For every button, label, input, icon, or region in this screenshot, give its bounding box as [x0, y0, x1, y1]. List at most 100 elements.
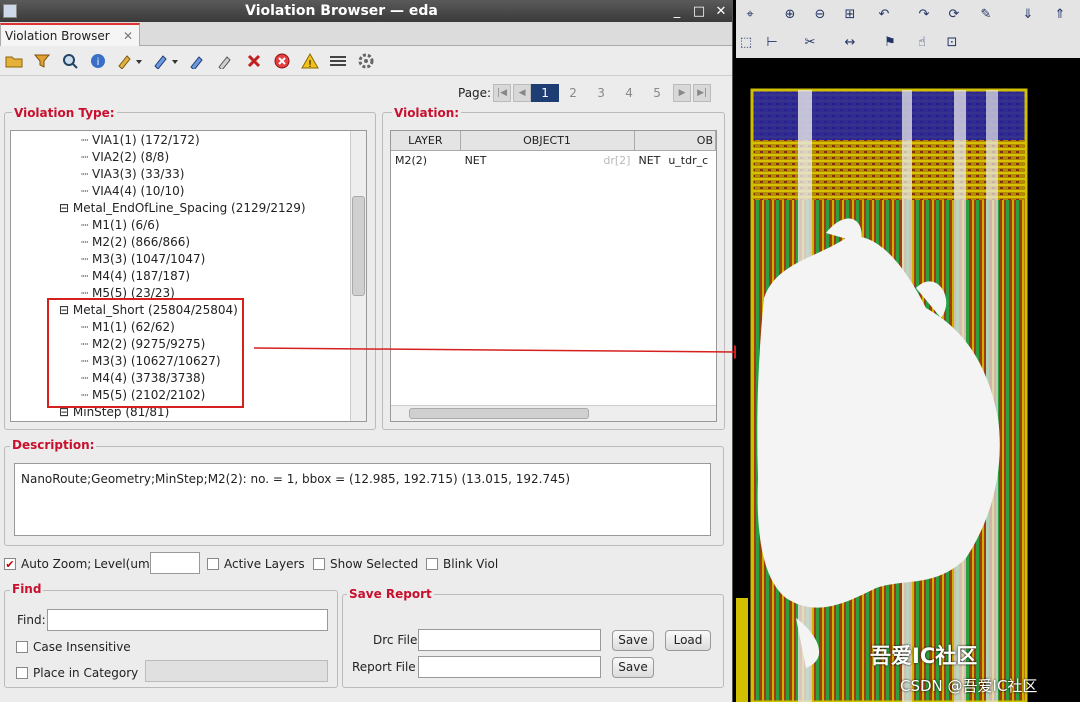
prev-page-button[interactable]: ◀ [513, 84, 532, 102]
tree-item[interactable]: ┈ VIA4(4) (10/10) [81, 184, 184, 201]
report-file-input[interactable] [418, 656, 601, 678]
page-2[interactable]: 2 [559, 86, 587, 100]
prev-icon[interactable] [114, 49, 146, 73]
tree-category-eol-spacing[interactable]: ⊟ Metal_EndOfLine_Spacing (2129/2129) [59, 201, 306, 218]
highlight-icon[interactable]: ✎ [976, 4, 996, 24]
tab-close-icon[interactable]: ✕ [123, 29, 133, 43]
tree-item[interactable]: ┈ VIA2(2) (8/8) [81, 150, 169, 167]
collapse-icon[interactable]: ⊟ [59, 201, 69, 215]
last-page-button[interactable]: ▶| [693, 84, 712, 102]
table-hscrollbar[interactable] [391, 405, 716, 421]
page-4[interactable]: 4 [615, 86, 643, 100]
active-layers-checkbox[interactable]: Active Layers [207, 557, 305, 571]
cut-icon[interactable]: ✂ [800, 32, 820, 52]
move-up-icon[interactable]: ⇑ [1050, 4, 1070, 24]
tree-item[interactable]: ┈ VIA1(1) (172/172) [81, 133, 200, 150]
checkbox-icon[interactable] [207, 558, 219, 570]
stop-icon[interactable] [270, 49, 294, 73]
pin-icon[interactable]: ⚑ [880, 32, 900, 52]
tree-item[interactable]: ┈ M2(2) (866/866) [81, 235, 190, 252]
svg-text:i: i [97, 57, 100, 68]
drc-file-label: Drc File [373, 633, 418, 647]
info-icon[interactable]: i [86, 49, 110, 73]
unmark-icon[interactable] [214, 49, 238, 73]
drc-load-button[interactable]: Load [665, 630, 711, 651]
select-icon[interactable]: ⬚ [736, 32, 756, 52]
highlight-box [47, 298, 244, 408]
drc-save-button[interactable]: Save [612, 630, 654, 651]
zoom-fit-icon[interactable]: ⌖ [740, 4, 760, 24]
close-button[interactable]: ✕ [710, 4, 732, 19]
tree-scrollbar[interactable] [350, 131, 366, 421]
cell-object1-name: dr[2] [603, 154, 631, 167]
checkbox-icon[interactable] [426, 558, 438, 570]
find-input[interactable] [47, 609, 328, 631]
mark-icon[interactable] [186, 49, 210, 73]
minimize-button[interactable]: _ [666, 4, 688, 19]
page-3[interactable]: 3 [587, 86, 615, 100]
tab-label: Violation Browser [5, 28, 110, 43]
zoom-select-icon[interactable] [58, 49, 82, 73]
tab-violation-browser[interactable]: Violation Browser ✕ [0, 23, 140, 46]
page-1[interactable]: 1 [531, 84, 560, 102]
tools-icon[interactable] [326, 49, 350, 73]
net-select-icon[interactable]: ⊡ [942, 32, 962, 52]
column-header-object1[interactable]: OBJECT1 [461, 131, 635, 150]
place-in-category-checkbox[interactable]: Place in Category [16, 666, 138, 680]
watermark-main: 吾爱IC社区 [870, 644, 978, 668]
drc-file-input[interactable] [418, 629, 601, 651]
settings-icon[interactable] [354, 49, 378, 73]
auto-zoom-checkbox[interactable]: ✔ Auto Zoom; [4, 557, 91, 571]
next-page-button[interactable]: ▶ [673, 84, 692, 102]
layout-canvas[interactable] [736, 58, 1080, 702]
probe-icon[interactable]: ☝ [912, 32, 932, 52]
zoom-area-icon[interactable]: ⊞ [840, 4, 860, 24]
move-down-icon[interactable]: ⇓ [1018, 4, 1038, 24]
checkbox-checked-icon[interactable]: ✔ [4, 558, 16, 570]
scrollbar-thumb[interactable] [409, 408, 589, 419]
save-report-title: Save Report [347, 587, 434, 601]
category-select [145, 660, 328, 682]
app-icon [3, 4, 17, 18]
undo-icon[interactable]: ↶ [874, 4, 894, 24]
zoom-out-icon[interactable]: ⊖ [810, 4, 830, 24]
violation-title: Violation: [392, 106, 462, 120]
blink-viol-checkbox[interactable]: Blink Viol [426, 557, 498, 571]
refresh-icon[interactable]: ⟳ [944, 4, 964, 24]
layout-toolbar-bottom: ⬚ ⊢ ✂ ↔ ⚑ ☝ ⊡ [736, 28, 1080, 58]
zoom-in-icon[interactable]: ⊕ [780, 4, 800, 24]
column-header-layer[interactable]: LAYER [391, 131, 461, 150]
warning-icon[interactable]: ! [298, 49, 322, 73]
show-selected-checkbox[interactable]: Show Selected [313, 557, 418, 571]
pager: Page: |◀ ◀ 1 2 3 4 5 ▶ ▶| [458, 84, 712, 102]
filter-icon[interactable] [30, 49, 54, 73]
first-page-button[interactable]: |◀ [493, 84, 512, 102]
tree-item[interactable]: ┈ VIA3(3) (33/33) [81, 167, 184, 184]
maximize-button[interactable]: □ [688, 4, 710, 19]
annotation-arrow [253, 345, 748, 359]
table-row[interactable]: M2(2) NET dr[2] NET u_tdr_c [391, 151, 716, 171]
column-header-object2[interactable]: OB [635, 131, 716, 150]
level-label: Level(um) [94, 557, 155, 571]
layout-toolbar-top: ⌖ ⊕ ⊖ ⊞ ↶ ↷ ⟳ ✎ ⇓ ⇑ [736, 0, 1080, 28]
case-insensitive-checkbox[interactable]: Case Insensitive [16, 640, 131, 654]
checkbox-icon[interactable] [313, 558, 325, 570]
violation-table: LAYER OBJECT1 OB M2(2) NET dr[2] NET u_t… [390, 130, 717, 422]
tree-item[interactable]: ┈ M4(4) (187/187) [81, 269, 190, 286]
scrollbar-thumb[interactable] [352, 196, 365, 296]
report-save-button[interactable]: Save [612, 657, 654, 678]
title-bar: Violation Browser — eda _ □ ✕ [0, 0, 732, 22]
ruler-icon[interactable]: ⊢ [762, 32, 782, 52]
checkbox-icon[interactable] [16, 641, 28, 653]
delete-icon[interactable] [242, 49, 266, 73]
checkbox-icon[interactable] [16, 667, 28, 679]
open-icon[interactable] [2, 49, 26, 73]
cell-object2-type: NET [638, 154, 661, 167]
page-5[interactable]: 5 [643, 86, 671, 100]
level-input[interactable] [150, 552, 200, 574]
tree-item[interactable]: ┈ M1(1) (6/6) [81, 218, 160, 235]
redo-icon[interactable]: ↷ [914, 4, 934, 24]
tree-item[interactable]: ┈ M3(3) (1047/1047) [81, 252, 205, 269]
next-icon[interactable] [150, 49, 182, 73]
stretch-icon[interactable]: ↔ [840, 32, 860, 52]
